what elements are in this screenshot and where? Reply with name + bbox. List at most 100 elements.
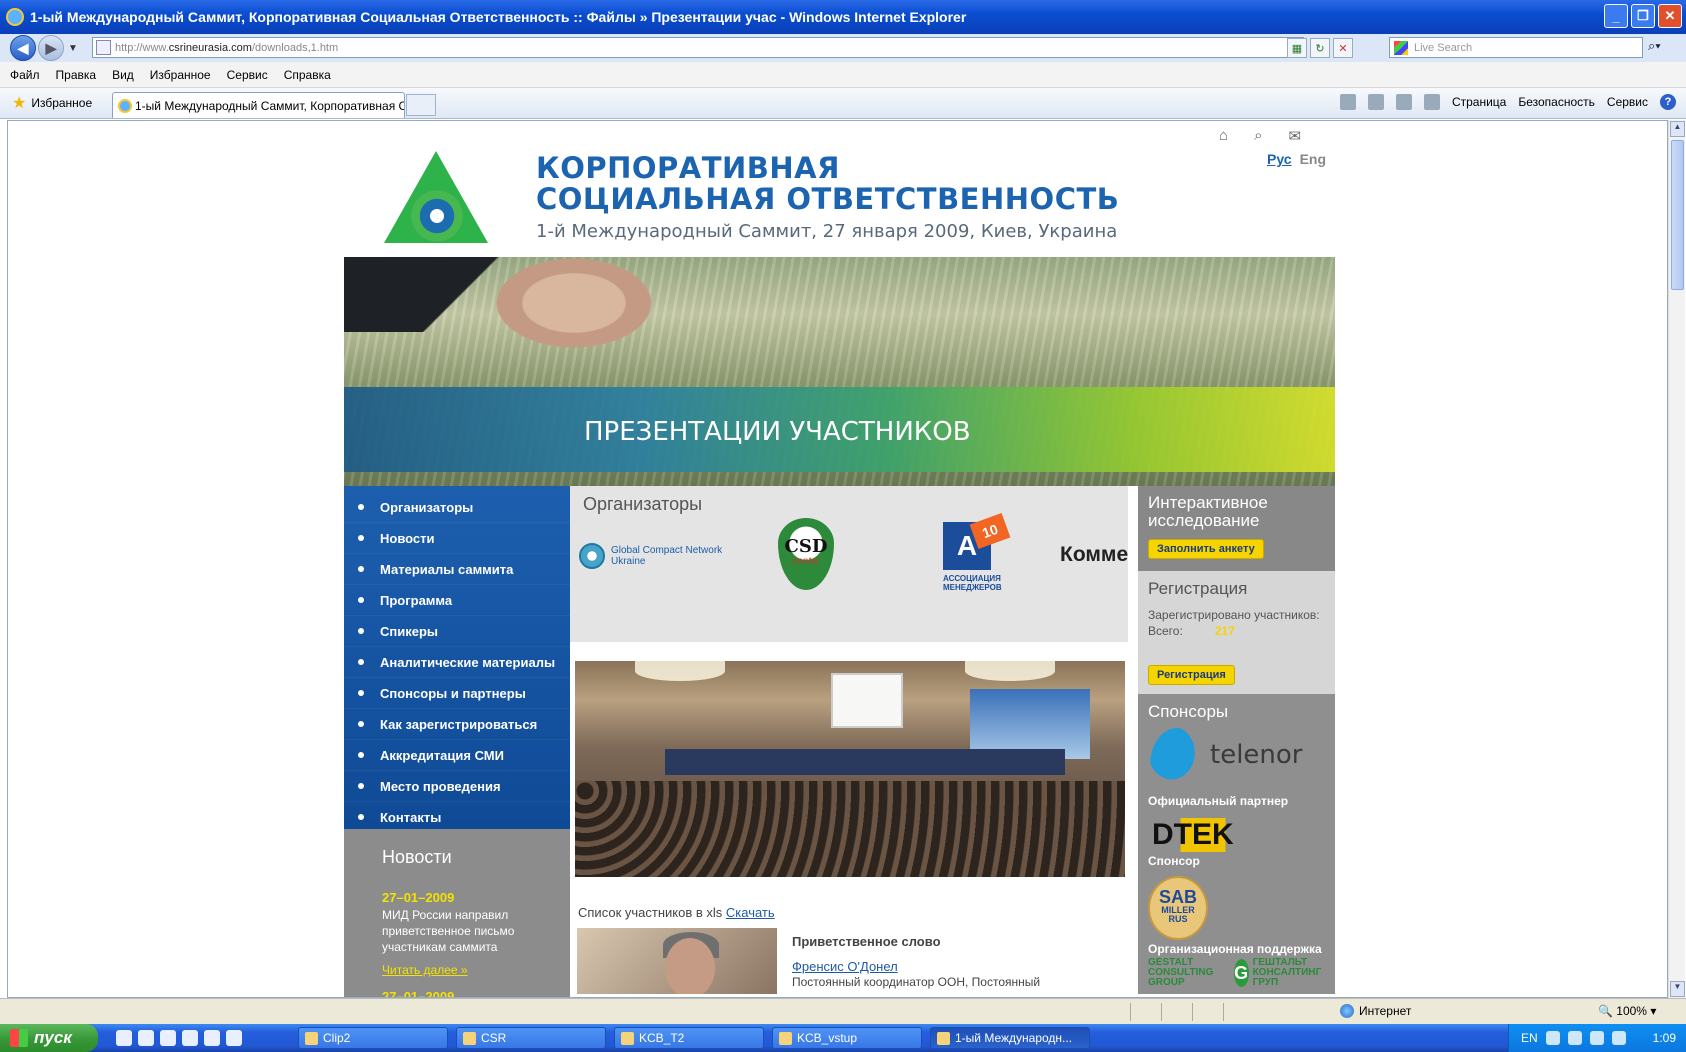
- close-window-button[interactable]: ✕: [1658, 4, 1682, 28]
- site-title-line1: КОРПОРАТИВНАЯ: [536, 151, 840, 185]
- gestalt-logo[interactable]: GESTALT CONSULTING GROUP G ГЕШТАЛЬТ КОНС…: [1148, 958, 1335, 988]
- nav-item-organizers[interactable]: Организаторы: [344, 492, 570, 523]
- print-icon[interactable]: [1423, 94, 1440, 110]
- csd-center-logo[interactable]: CSD center: [778, 518, 834, 590]
- recent-pages-dropdown[interactable]: ▼: [68, 43, 82, 54]
- organizers-box: Организаторы Global Compact Network Ukrai…: [570, 486, 1128, 642]
- sabmiller-logo[interactable]: SAB MILLER RUS: [1148, 876, 1208, 940]
- site-home-icon[interactable]: ⌂: [1219, 127, 1228, 145]
- tray-security-icon[interactable]: [1611, 1031, 1626, 1045]
- tools-menu[interactable]: Сервис: [1607, 95, 1648, 109]
- site-subtitle: 1-й Международный Саммит, 27 января 2009…: [536, 221, 1118, 242]
- register-button[interactable]: Регистрация: [1148, 665, 1235, 685]
- nav-item-program[interactable]: Программа: [344, 585, 570, 616]
- url-field[interactable]: http://www. csrineurasia.com/downloads,1.…: [92, 37, 1304, 58]
- task-clip2[interactable]: Clip2: [298, 1027, 448, 1049]
- nav-item-analytics[interactable]: Аналитические материалы: [344, 647, 570, 678]
- compatibility-icon[interactable]: ▦: [1287, 38, 1307, 58]
- task-kcb-t2[interactable]: KCB_T2: [614, 1027, 764, 1049]
- favorites-button[interactable]: ★ Избранное: [12, 93, 92, 113]
- task-csr[interactable]: CSR: [456, 1027, 606, 1049]
- nav-item-sponsors[interactable]: Спонсоры и партнеры: [344, 678, 570, 709]
- refresh-icon[interactable]: ↻: [1310, 38, 1330, 58]
- home-icon[interactable]: [1339, 94, 1356, 110]
- telenor-mark-icon: [1150, 728, 1204, 790]
- presidium-table: [665, 749, 1065, 775]
- csd-label: CSD: [784, 536, 828, 557]
- site-mail-icon[interactable]: ✉: [1288, 127, 1301, 145]
- menu-tools[interactable]: Сервис: [227, 68, 268, 82]
- bullet-icon: [358, 504, 364, 510]
- kommersant-logo[interactable]: Коммерсантъ: [1060, 543, 1128, 567]
- nav-item-news[interactable]: Новости: [344, 523, 570, 554]
- bullet-icon: [358, 659, 364, 665]
- chrome-quicklaunch-icon[interactable]: [226, 1030, 242, 1046]
- news-read-more-link[interactable]: Читать далее »: [382, 963, 570, 977]
- lang-ru-link[interactable]: Рус: [1267, 151, 1292, 167]
- app-quicklaunch-icon[interactable]: [160, 1030, 176, 1046]
- forward-button[interactable]: ▶: [38, 35, 64, 61]
- window-titlebar: 1-ый Международный Саммит, Корпоративная…: [0, 0, 1686, 34]
- menu-edit[interactable]: Правка: [56, 68, 97, 82]
- help-icon[interactable]: ?: [1660, 94, 1676, 110]
- site-search-icon[interactable]: ⌕: [1254, 127, 1262, 145]
- task-kcb-vstup[interactable]: KCB_vstup: [772, 1027, 922, 1049]
- menu-view[interactable]: Вид: [112, 68, 134, 82]
- nav-item-media-accreditation[interactable]: Аккредитация СМИ: [344, 740, 570, 771]
- vertical-scrollbar[interactable]: ▲ ▼: [1668, 120, 1685, 998]
- menu-favorites[interactable]: Избранное: [150, 68, 211, 82]
- page-icon: [96, 40, 111, 55]
- page-viewport: КОРПОРАТИВНАЯ СОЦИАЛЬНАЯ ОТВЕТСТВЕННОСТЬ…: [7, 120, 1668, 998]
- nav-item-materials[interactable]: Материалы саммита: [344, 554, 570, 585]
- org-support-caption: Организационная поддержка: [1148, 942, 1322, 956]
- task-ie-active[interactable]: 1-ый Международн...: [930, 1027, 1090, 1049]
- speaker-name-link[interactable]: Френсис О'Донел: [792, 959, 898, 974]
- media-quicklaunch-icon[interactable]: [138, 1030, 154, 1046]
- tray-help-icon[interactable]: [1545, 1031, 1560, 1045]
- command-bar: Страница Безопасность Сервис ?: [1339, 94, 1676, 110]
- speaker-photo[interactable]: [577, 928, 777, 994]
- mail-icon[interactable]: [1395, 94, 1412, 110]
- app2-quicklaunch-icon[interactable]: [182, 1030, 198, 1046]
- restore-button[interactable]: ❐: [1631, 4, 1655, 28]
- am-caption1: АССОЦИАЦИЯ: [943, 574, 1001, 583]
- page-menu[interactable]: Страница: [1452, 95, 1506, 109]
- safety-menu[interactable]: Безопасность: [1518, 95, 1595, 109]
- zoom-level[interactable]: 🔍 100% ▾: [1598, 1004, 1656, 1018]
- telenor-logo[interactable]: telenor: [1148, 728, 1335, 792]
- windows-flag-icon: [10, 1029, 28, 1047]
- speaker-role: Постоянный координатор ООН, Постоянный: [792, 975, 1041, 989]
- gcn-logo[interactable]: Global Compact Network Ukraine: [579, 543, 722, 569]
- language-indicator[interactable]: EN: [1521, 1031, 1538, 1045]
- nav-item-how-to-register[interactable]: Как зарегистрироваться: [344, 709, 570, 740]
- am-badge: 10: [969, 512, 1011, 550]
- browser-tab[interactable]: 1-ый Международный Саммит, Корпоративная…: [112, 92, 405, 118]
- nav-item-venue[interactable]: Место проведения: [344, 771, 570, 802]
- feeds-icon[interactable]: [1367, 94, 1384, 110]
- fill-survey-button[interactable]: Заполнить анкету: [1148, 539, 1264, 559]
- menu-file[interactable]: Файл: [10, 68, 40, 82]
- search-icon[interactable]: ⌕▾: [1648, 38, 1666, 58]
- ie-quicklaunch-icon[interactable]: [116, 1030, 132, 1046]
- nav-item-speakers[interactable]: Спикеры: [344, 616, 570, 647]
- stop-icon[interactable]: ✕: [1333, 38, 1353, 58]
- start-button[interactable]: пуск: [0, 1024, 98, 1052]
- tray-network-icon[interactable]: [1567, 1031, 1582, 1045]
- search-input[interactable]: Live Search: [1389, 37, 1643, 58]
- dtek-logo[interactable]: DTEK: [1148, 818, 1238, 852]
- app3-quicklaunch-icon[interactable]: [204, 1030, 220, 1046]
- lang-en-link[interactable]: Eng: [1300, 151, 1326, 167]
- tray-app-icon[interactable]: [1589, 1031, 1604, 1045]
- menu-help[interactable]: Справка: [284, 68, 331, 82]
- managers-association-logo[interactable]: A 10 АССОЦИАЦИЯ МЕНЕДЖЕРОВ: [943, 512, 1011, 592]
- scroll-down-icon[interactable]: ▼: [1670, 981, 1685, 997]
- back-button[interactable]: ◀: [10, 35, 36, 61]
- welcome-heading: Приветственное слово: [792, 934, 941, 949]
- projection-screen: [831, 673, 903, 728]
- scroll-thumb[interactable]: [1671, 140, 1684, 290]
- site-title-line2: СОЦИАЛЬНАЯ ОТВЕТСТВЕННОСТЬ: [536, 182, 1120, 216]
- scroll-up-icon[interactable]: ▲: [1670, 121, 1685, 137]
- download-xls-link[interactable]: Скачать: [726, 905, 775, 920]
- minimize-button[interactable]: _: [1604, 4, 1628, 28]
- new-tab-button[interactable]: [406, 94, 436, 116]
